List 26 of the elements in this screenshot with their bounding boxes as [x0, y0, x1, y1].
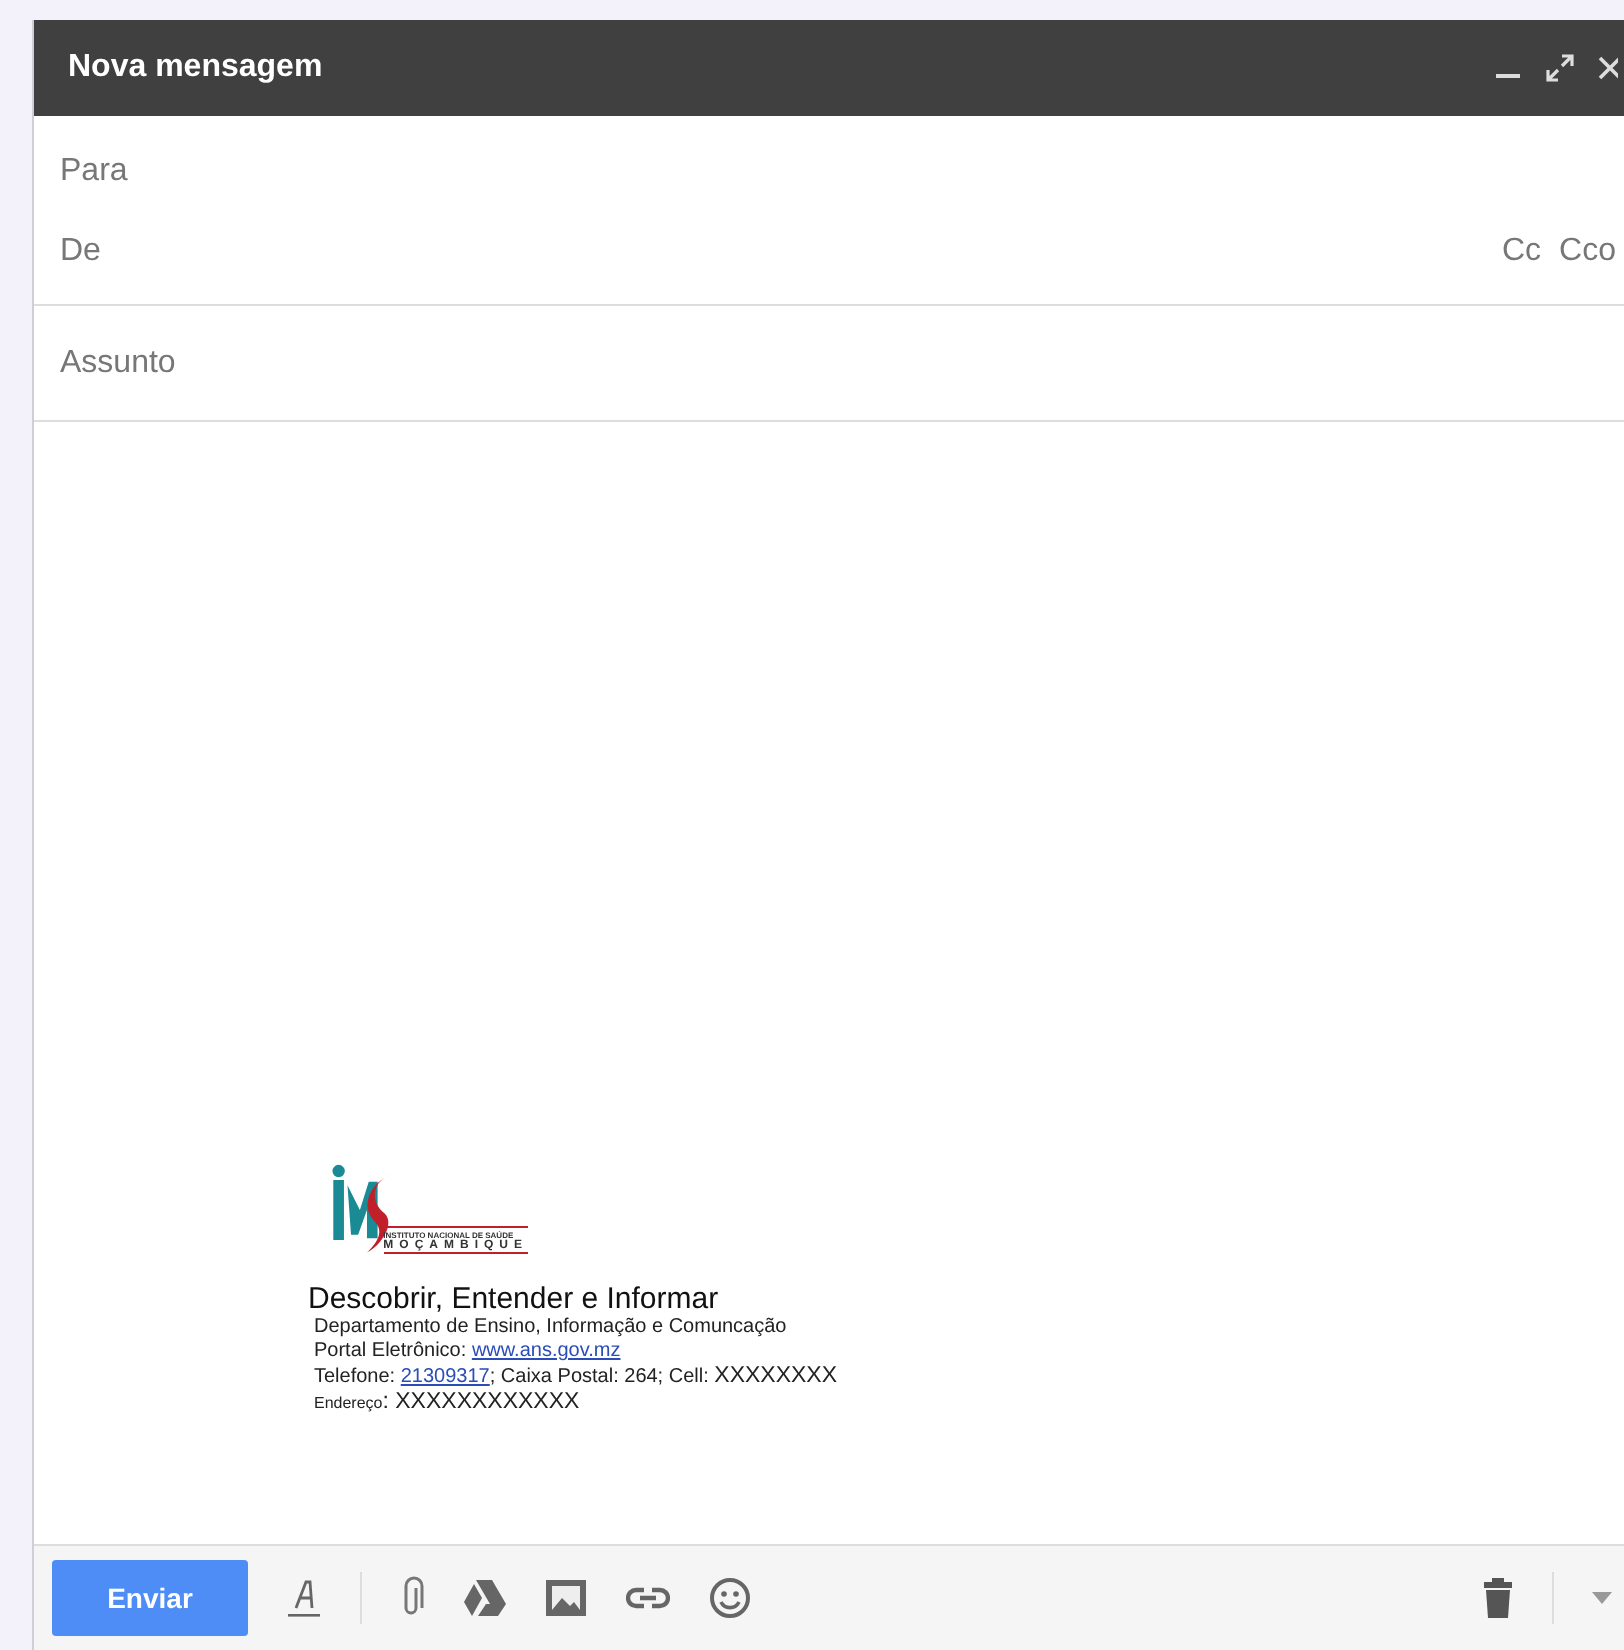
- to-field[interactable]: Para: [60, 154, 128, 190]
- signature-text: Departamento de Ensino, Informação e Comuncação: [314, 1316, 787, 1338]
- caret-icon[interactable]: [1592, 1592, 1612, 1604]
- expand-icon[interactable]: [1546, 54, 1574, 82]
- signature-link[interactable]: 21309317: [400, 1366, 490, 1388]
- smiley-icon[interactable]: [708, 1576, 752, 1620]
- close-icon[interactable]: [1598, 54, 1618, 82]
- signature-text: ; Caixa Postal: 264; Cell:: [489, 1366, 711, 1388]
- from-field-label: De: [60, 234, 101, 270]
- signature-link[interactable]: www.ans.gov.mz: [471, 1340, 621, 1362]
- bcc-link[interactable]: Cco: [1559, 234, 1616, 270]
- send-button[interactable]: Enviar: [52, 1560, 248, 1636]
- link-icon[interactable]: [626, 1586, 670, 1610]
- signature-text: XXXXXXXX: [714, 1364, 838, 1388]
- signature-text: Telefone:: [314, 1366, 398, 1388]
- signature-tagline: Descobrir, Entender e Informar: [308, 1282, 721, 1316]
- text-format-icon[interactable]: [286, 1576, 322, 1620]
- trash-icon[interactable]: [1482, 1578, 1514, 1618]
- signature-text: Portal Eletrônico:: [314, 1340, 469, 1362]
- signature-text: : XXXXXXXXXXXX: [382, 1390, 580, 1414]
- triangle-drive-icon[interactable]: [462, 1578, 506, 1618]
- image-icon[interactable]: [544, 1578, 588, 1618]
- window-title: Nova mensagem: [68, 50, 323, 86]
- paperclip-icon[interactable]: [400, 1576, 424, 1620]
- signature-text: Endereço: [314, 1394, 383, 1412]
- cc-link[interactable]: Cc: [1501, 234, 1542, 270]
